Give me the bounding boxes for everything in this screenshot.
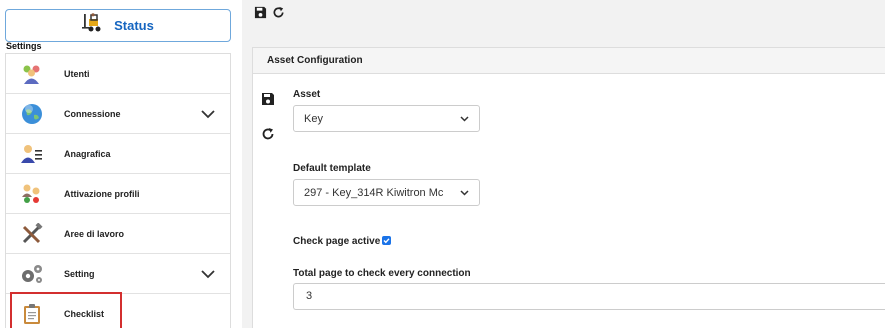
users-icon [20, 62, 44, 86]
top-toolbar [254, 6, 285, 24]
template-label: Default template [293, 163, 371, 174]
sidebar-item-label: Aree di lavoro [64, 228, 125, 239]
template-select-value: 297 - Key_314R Kiwitron Mc [304, 186, 444, 199]
globe-icon [20, 102, 44, 126]
asset-select[interactable]: Key [293, 105, 480, 132]
sidebar-item-connessione[interactable]: Connessione [6, 94, 230, 134]
check-page-checkbox[interactable] [382, 236, 392, 245]
sidebar-item-utenti[interactable]: Utenti [6, 54, 230, 94]
sidebar-item-label: Attivazione profili [64, 188, 140, 199]
asset-configuration-panel: Asset Configuration Asset Key Default te… [252, 47, 885, 328]
chevron-down-icon[interactable] [201, 266, 215, 284]
total-page-input[interactable]: 3 [293, 283, 885, 310]
profiles-icon [20, 182, 44, 206]
refresh-icon[interactable] [272, 6, 285, 24]
chevron-down-icon[interactable] [201, 106, 215, 124]
user-card-icon [20, 142, 44, 166]
sidebar-item-label: Setting [64, 268, 95, 279]
save-icon[interactable] [254, 6, 267, 24]
template-select[interactable]: 297 - Key_314R Kiwitron Mc [293, 179, 480, 206]
sidebar-item-attivazione-profili[interactable]: Attivazione profili [6, 174, 230, 214]
checklist-highlight [10, 292, 122, 328]
panel-side-toolbar [261, 92, 275, 146]
sidebar-item-label: Anagrafica [64, 148, 111, 159]
check-page-row: Check page active [293, 236, 392, 247]
asset-label: Asset [293, 89, 321, 100]
check-page-label: Check page active [293, 236, 381, 247]
asset-select-value: Key [304, 112, 323, 125]
tools-icon [20, 222, 44, 246]
sidebar-item-label: Utenti [64, 68, 90, 79]
save-icon[interactable] [261, 92, 275, 111]
chevron-down-icon [460, 113, 469, 125]
forklift-icon [82, 13, 104, 38]
chevron-down-icon [460, 187, 469, 199]
settings-heading: Settings [6, 41, 42, 51]
status-button[interactable]: Status [5, 9, 231, 42]
refresh-icon[interactable] [261, 127, 275, 146]
gears-icon [20, 262, 44, 286]
sidebar-item-label: Connessione [64, 108, 121, 119]
sidebar-item-anagrafica[interactable]: Anagrafica [6, 134, 230, 174]
settings-menu: Utenti Connessione Anagrafica Attivazion… [5, 53, 231, 328]
panel-title: Asset Configuration [253, 48, 885, 74]
sidebar: Status Settings Utenti Connessione Anagr… [0, 0, 232, 328]
status-label: Status [114, 18, 154, 33]
sidebar-item-setting[interactable]: Setting [6, 254, 230, 294]
total-page-label: Total page to check every connection [293, 268, 471, 279]
sidebar-item-aree-di-lavoro[interactable]: Aree di lavoro [6, 214, 230, 254]
